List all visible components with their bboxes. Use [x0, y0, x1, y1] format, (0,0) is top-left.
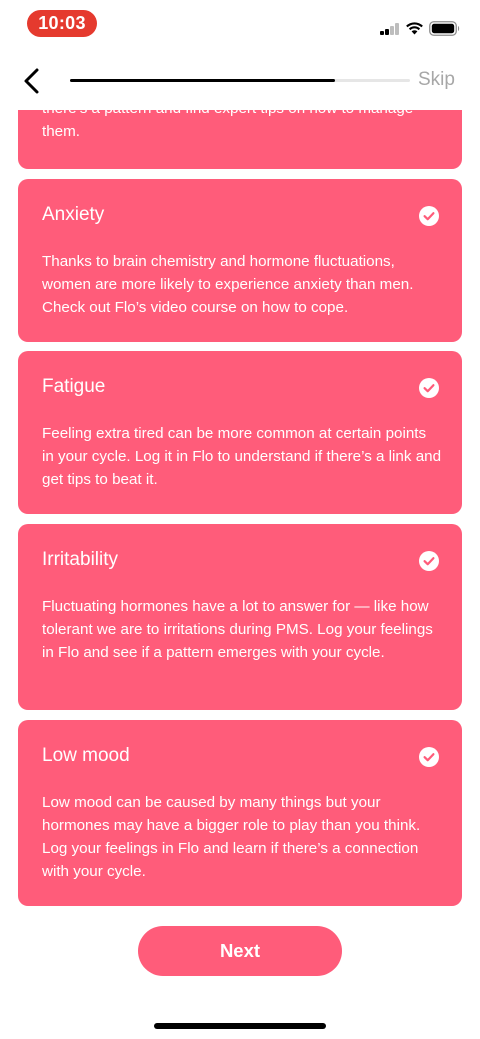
card-description: Feeling extra tired can be more common a…	[42, 425, 442, 488]
symptom-card-fatigue[interactable]: Fatigue Feeling extra tired can be more …	[18, 351, 462, 514]
home-indicator	[154, 1023, 326, 1029]
check-circle-icon[interactable]	[419, 378, 439, 398]
symptom-card-anxiety[interactable]: Anxiety Thanks to brain chemistry and ho…	[18, 179, 462, 342]
card-description: Fluctuating hormones have a lot to answe…	[42, 598, 433, 661]
symptom-card[interactable]: there’s a pattern and find expert tips o…	[18, 110, 462, 169]
wifi-icon	[406, 22, 423, 35]
status-time: 10:03	[27, 10, 97, 37]
card-title: Irritability	[42, 549, 119, 570]
progress-fill	[70, 79, 336, 82]
check-circle-icon[interactable]	[419, 551, 439, 571]
card-description: Low mood can be caused by many things bu…	[42, 794, 421, 880]
card-description: there’s a pattern and find expert tips o…	[42, 110, 413, 140]
symptom-card-low-mood[interactable]: Low mood Low mood can be caused by many …	[18, 720, 462, 906]
cellular-signal-icon	[380, 23, 400, 35]
card-title: Fatigue	[42, 376, 106, 397]
symptom-card-irritability[interactable]: Irritability Fluctuating hormones have a…	[18, 524, 462, 710]
check-circle-icon[interactable]	[419, 206, 439, 226]
status-bar: 10:03	[0, 0, 480, 50]
skip-button[interactable]: Skip	[418, 69, 455, 91]
check-circle-icon[interactable]	[419, 747, 439, 767]
card-title: Anxiety	[42, 204, 105, 225]
top-navigation: Skip	[0, 60, 480, 104]
battery-icon	[429, 21, 460, 36]
next-button[interactable]: Next	[138, 926, 342, 976]
card-title: Low mood	[42, 745, 130, 766]
symptom-list[interactable]: there’s a pattern and find expert tips o…	[0, 110, 480, 910]
progress-bar	[70, 79, 410, 82]
card-description: Thanks to brain chemistry and hormone fl…	[42, 253, 414, 316]
back-button[interactable]	[18, 66, 48, 96]
